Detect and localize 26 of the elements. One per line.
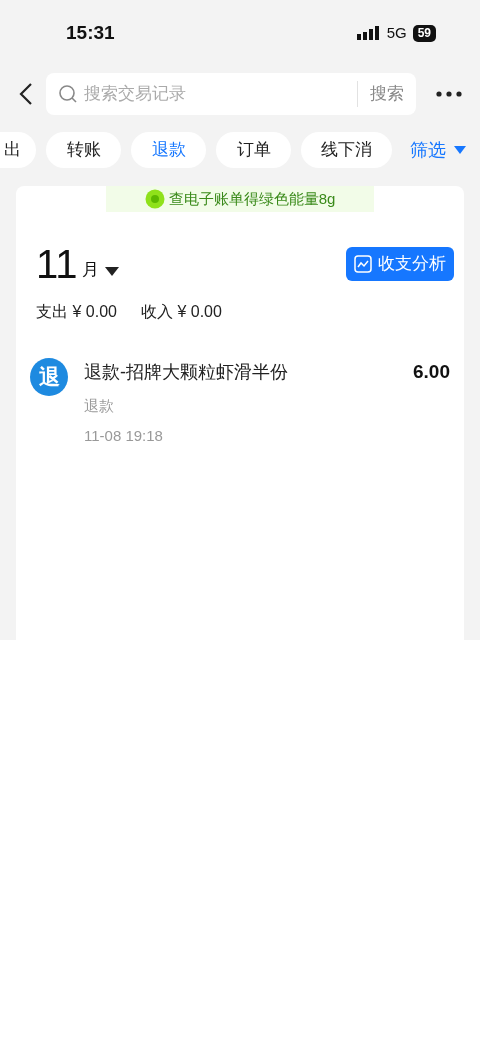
filter-tab[interactable]: 退款 — [131, 132, 206, 168]
dropdown-icon[interactable] — [104, 266, 119, 276]
filter-tab[interactable]: 订单 — [216, 132, 291, 168]
month-selector[interactable]: 11 月 — [36, 242, 99, 286]
transaction-title[interactable]: 退款-招牌大颗粒虾滑半份 — [84, 358, 413, 386]
summary-text: 支出 ¥ 0.00 — [36, 302, 117, 322]
chart-icon — [354, 255, 372, 273]
network-label: 5G — [386, 22, 407, 43]
transaction-amount: 6.00 — [413, 360, 450, 384]
battery-indicator: 59 — [412, 24, 436, 42]
search-button[interactable]: 搜索 — [370, 81, 404, 107]
summary-text: 收入 ¥ 0.00 — [140, 302, 222, 322]
filter-tab[interactable]: 转账 — [46, 132, 121, 168]
more-icon[interactable] — [436, 91, 462, 97]
search-icon — [58, 84, 78, 104]
analysis-button[interactable]: 收支分析 — [346, 247, 454, 281]
filter-tab[interactable]: 出 — [0, 132, 36, 168]
search-field[interactable]: 搜索交易记录 搜索 — [46, 73, 416, 115]
dropdown-icon — [454, 146, 466, 154]
transaction-time: 11-08 19:18 — [84, 426, 164, 446]
back-icon[interactable] — [18, 82, 34, 106]
status-time: 15:31 — [66, 20, 115, 45]
refund-badge: 退 — [30, 358, 68, 396]
filter-tab[interactable]: 线下消 — [301, 132, 392, 168]
signal-icon — [356, 26, 381, 40]
transaction-category: 退款 — [84, 395, 115, 416]
